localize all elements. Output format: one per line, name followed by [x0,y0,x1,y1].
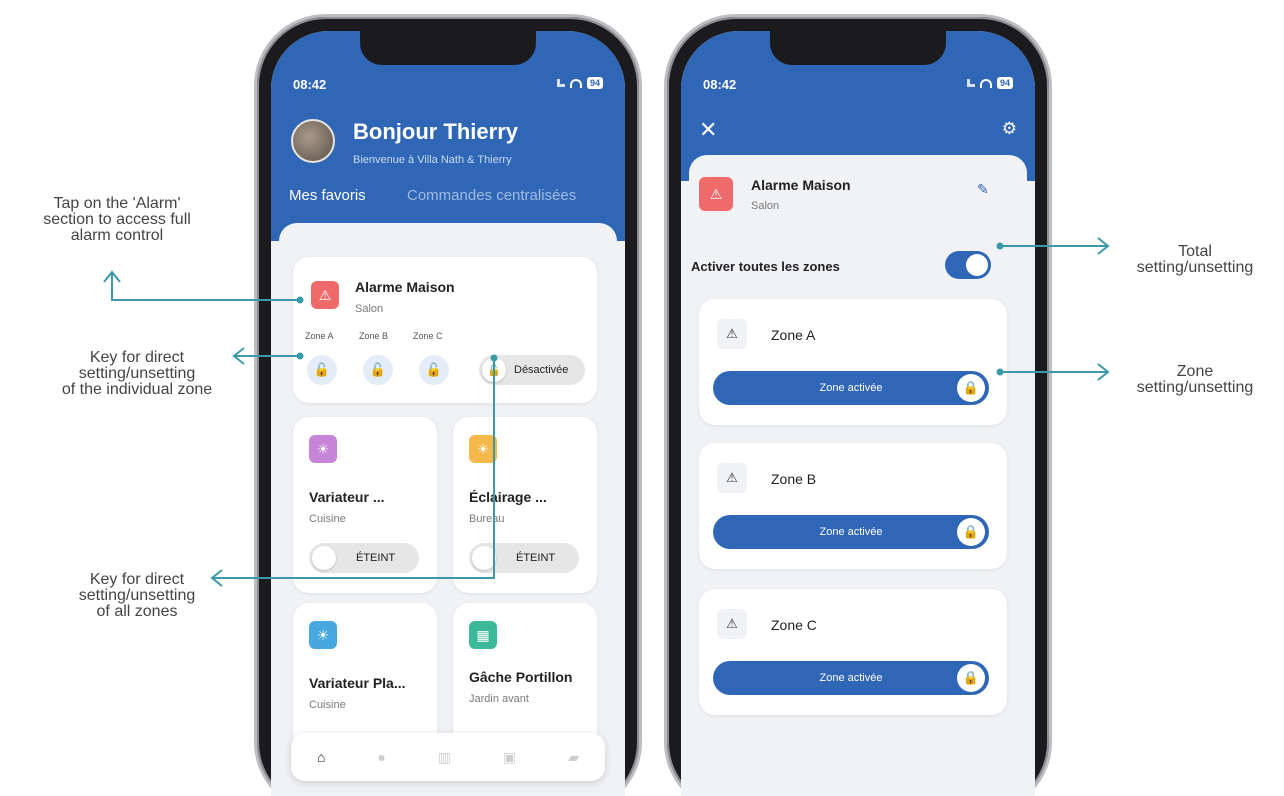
notch [360,31,536,65]
notch [770,31,946,65]
arrow-tap-alarm [111,272,300,301]
arrow-key-all [212,360,495,579]
anchor-dot [296,296,304,304]
stage: 08:42 94 Bonjour Thierry Bienvenue à Vil… [0,0,1284,796]
anchor-dot [996,242,1004,250]
anchor-dot [996,368,1004,376]
anchor-dot [490,354,498,362]
annotation-lines [103,237,1110,587]
anchor-dot [296,352,304,360]
